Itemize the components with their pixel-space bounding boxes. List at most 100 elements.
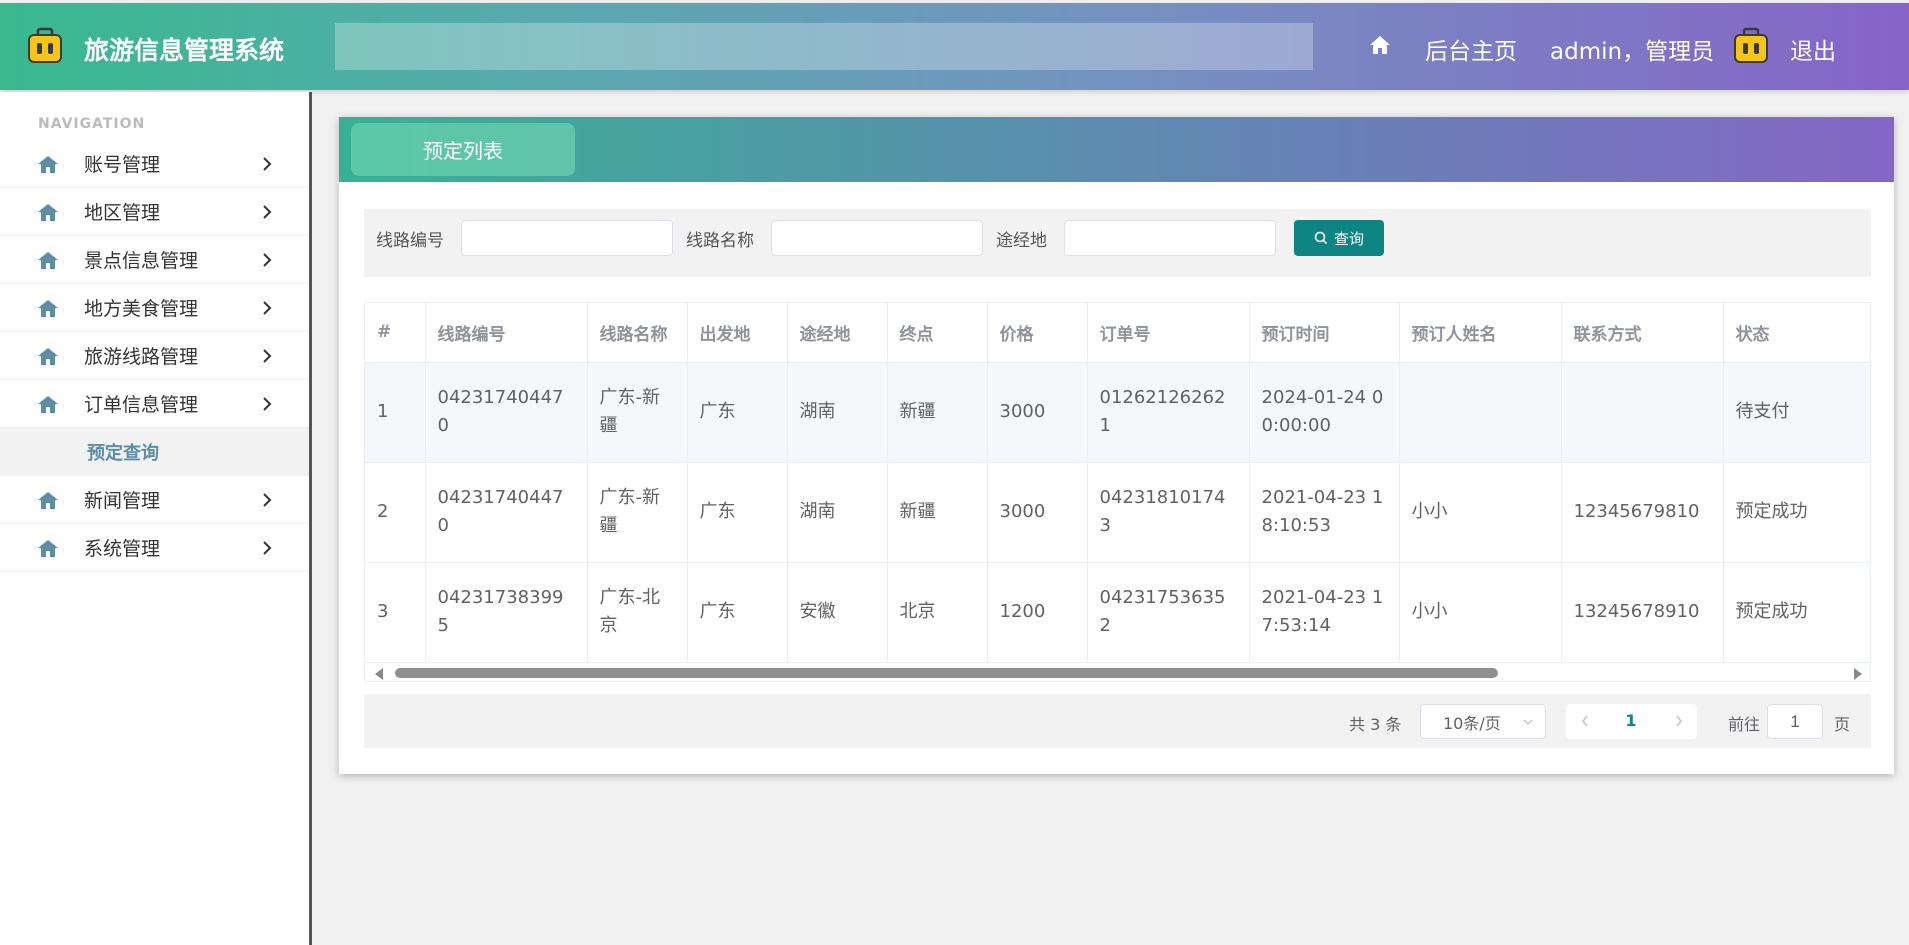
booking-list-panel: 预定列表 线路编号 线路名称 途经地 查询 # 线路编号 线路名称 出发地 途经… [339,117,1894,774]
tab-booking-list[interactable]: 预定列表 [351,123,575,176]
table-row[interactable]: 2 042317404470 广东-新疆 广东 湖南 新疆 3000 04231… [365,462,1870,563]
chevron-right-icon[interactable] [1674,714,1684,728]
route-name-label: 线路名称 [686,231,754,251]
table-cell: 湖南 [787,362,888,463]
table-cell: 042317404470 [425,362,588,463]
table-cell: 042317536352 [1087,562,1250,663]
goto-label: 前往 [1728,715,1761,734]
booking-table: # 线路编号 线路名称 出发地 途经地 终点 价格 订单号 预订时间 预订人姓名… [364,302,1871,682]
sidebar-subitem-label: 预定查询 [87,443,159,464]
chevron-right-icon [263,541,272,555]
table-cell: 广东-新疆 [587,362,688,463]
table-cell: 042318101743 [1087,462,1250,563]
nav-home-link[interactable]: 后台主页 [1425,32,1517,66]
sidebar-item-label: 订单信息管理 [84,394,199,416]
table-cell: 小小 [1399,562,1562,663]
sidebar-item-food[interactable]: 地方美食管理 [0,284,309,332]
sidebar-menu: 账号管理 地区管理 景点信息管理 地方美食管理 旅游线路管理 订单信息管理 预定… [0,140,309,572]
table-cell: 2021-04-23 17:53:14 [1249,562,1400,663]
table-cell [1399,362,1562,463]
house-icon [38,204,58,221]
chevron-right-icon [263,157,272,171]
table-cell: 3000 [987,362,1088,463]
sidebar-item-accounts[interactable]: 账号管理 [0,140,309,188]
table-cell: 2 [365,462,426,563]
sidebar-item-attractions[interactable]: 景点信息管理 [0,236,309,284]
scrollbar-thumb[interactable] [395,668,1498,678]
sidebar-item-system[interactable]: 系统管理 [0,524,309,572]
logout-link[interactable]: 退出 [1790,32,1836,66]
sidebar-item-label: 账号管理 [84,154,161,176]
column-header: 途经地 [787,303,888,363]
route-no-input[interactable] [461,220,673,256]
column-header: 状态 [1723,303,1870,363]
sidebar-item-regions[interactable]: 地区管理 [0,188,309,236]
house-icon [38,156,58,173]
sidebar-item-news[interactable]: 新闻管理 [0,476,309,524]
table-cell: 广东 [687,562,788,663]
house-icon [38,396,58,413]
house-icon [38,300,58,317]
sidebar-item-label: 地区管理 [84,202,161,224]
sidebar-subitem-booking-query[interactable]: 预定查询 [0,428,309,476]
current-page[interactable]: 1 [1616,711,1646,730]
chevron-right-icon [263,301,272,315]
page-size-value: 10条/页 [1443,713,1501,733]
table-cell: 小小 [1399,462,1562,563]
column-header: 价格 [987,303,1088,363]
column-header: 终点 [887,303,988,363]
current-user: admin，管理员 [1550,39,1715,65]
house-icon [38,348,58,365]
sidebar-item-label: 新闻管理 [84,490,161,512]
table-cell: 待支付 [1723,362,1870,463]
page-navigator: 1 [1566,704,1697,739]
table-cell: 012621262621 [1087,362,1250,463]
route-no-label: 线路编号 [376,231,444,251]
sidebar-item-orders[interactable]: 订单信息管理 [0,380,309,428]
horizontal-scrollbar[interactable] [365,662,1870,681]
home-icon[interactable] [1369,35,1391,55]
route-name-input[interactable] [771,220,983,256]
sidebar-item-label: 地方美食管理 [84,298,199,320]
sidebar-item-label: 系统管理 [84,538,161,560]
table-cell: 1200 [987,562,1088,663]
search-form: 线路编号 线路名称 途经地 查询 [364,209,1871,277]
sidebar-item-routes[interactable]: 旅游线路管理 [0,332,309,380]
total-count: 共 3 条 [1349,715,1402,734]
table-cell: 2024-01-24 00:00:00 [1249,362,1400,463]
scroll-right-arrow-icon[interactable] [1854,668,1862,680]
table-row[interactable]: 3 042317383995 广东-北京 广东 安徽 北京 1200 04231… [365,562,1870,663]
sidebar-item-label: 旅游线路管理 [84,346,199,368]
chevron-down-icon [1523,719,1533,725]
search-icon [1314,231,1328,245]
column-header: 订单号 [1087,303,1250,363]
via-input[interactable] [1064,220,1276,256]
search-button[interactable]: 查询 [1294,220,1384,256]
table-cell: 广东-新疆 [587,462,688,563]
table-cell: 湖南 [787,462,888,563]
table-cell: 广东 [687,362,788,463]
house-icon [38,540,58,557]
table-row[interactable]: 1 042317404470 广东-新疆 广东 湖南 新疆 3000 01262… [365,362,1870,463]
table-cell: 12345679810 [1561,462,1724,563]
chevron-left-icon[interactable] [1580,714,1590,728]
page-suffix: 页 [1834,715,1851,734]
sidebar: NAVIGATION 账号管理 地区管理 景点信息管理 地方美食管理 旅游线路管… [0,92,312,945]
table-cell: 1 [365,362,426,463]
column-header: # [365,303,426,363]
table-cell [1561,362,1724,463]
goto-page-input[interactable] [1767,704,1823,739]
column-header: 出发地 [687,303,788,363]
table-cell: 2021-04-23 18:10:53 [1249,462,1400,563]
table-cell: 13245678910 [1561,562,1724,663]
chevron-right-icon [263,349,272,363]
table-cell: 新疆 [887,462,988,563]
suitcase-icon [28,27,62,63]
page-size-select[interactable]: 10条/页 [1420,704,1546,739]
table-cell: 新疆 [887,362,988,463]
chevron-right-icon [263,493,272,507]
table-cell: 042317383995 [425,562,588,663]
scroll-left-arrow-icon[interactable] [375,668,383,680]
header-search-bar[interactable] [335,23,1313,70]
column-header: 线路名称 [587,303,688,363]
